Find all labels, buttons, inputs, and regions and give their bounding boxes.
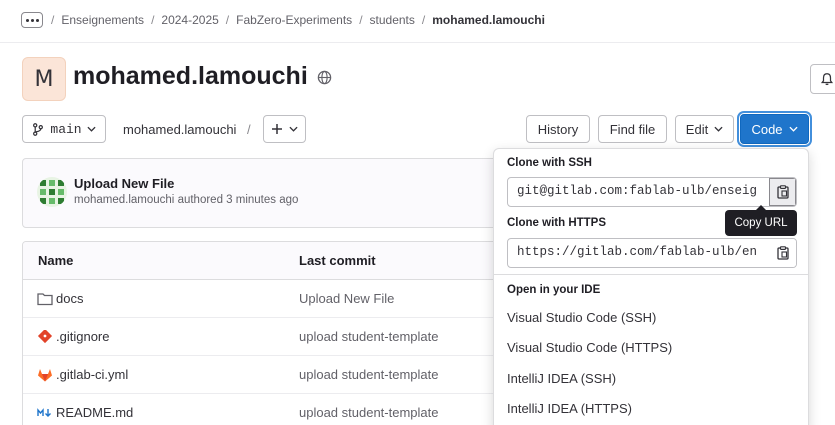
ide-item-vscode-ssh[interactable]: Visual Studio Code (SSH) [507, 310, 656, 325]
chevron-down-icon [289, 126, 298, 132]
copy-url-tooltip: Copy URL [725, 205, 797, 236]
file-commit-message[interactable]: Upload New File [299, 291, 394, 306]
breadcrumb-item-students[interactable]: students [370, 13, 415, 27]
breadcrumb-item-enseignements[interactable]: Enseignements [61, 13, 144, 27]
table-row[interactable]: .gitlab-ci.yml upload student-template [23, 356, 501, 394]
table-row[interactable]: README.md upload student-template [23, 394, 501, 425]
file-table: Name Last commit docs Upload New File .g… [22, 241, 502, 425]
gitlab-icon [38, 369, 52, 382]
chevron-down-icon [714, 126, 723, 132]
last-commit-panel: Upload New File mohamed.lamouchi authore… [22, 158, 502, 228]
breadcrumb-item-current[interactable]: mohamed.lamouchi [432, 13, 545, 27]
markdown-icon [37, 408, 51, 417]
chevron-down-icon [788, 126, 798, 132]
history-button[interactable]: History [526, 115, 590, 143]
copy-to-clipboard-icon [776, 185, 789, 199]
clone-https-group: https://gitlab.com/fablab-ulb/en [507, 238, 797, 268]
copy-ssh-url-button[interactable] [769, 178, 796, 206]
branch-selector[interactable]: main [22, 115, 106, 143]
commit-title[interactable]: Upload New File [74, 176, 174, 191]
copy-to-clipboard-icon [776, 246, 789, 260]
edit-button[interactable]: Edit [675, 115, 734, 143]
branch-icon [33, 122, 44, 136]
clone-ssh-url-field[interactable]: git@gitlab.com:fablab-ulb/enseig [508, 178, 770, 206]
breadcrumb-separator: / [151, 13, 155, 27]
file-commit-message[interactable]: upload student-template [299, 329, 438, 344]
open-in-ide-label: Open in your IDE [507, 284, 601, 296]
plus-icon [272, 124, 282, 134]
find-file-button[interactable]: Find file [598, 115, 667, 143]
file-name[interactable]: .gitignore [56, 329, 109, 344]
commit-meta: mohamed.lamouchi authored 3 minutes ago [74, 194, 298, 206]
project-title: mohamed.lamouchi [73, 62, 308, 90]
code-label: Code [751, 121, 783, 137]
globe-icon [317, 70, 332, 85]
breadcrumb-bar: / Enseignements / 2024-2025 / FabZero-Ex… [0, 0, 835, 43]
commit-time: authored 3 minutes ago [177, 194, 299, 206]
ide-item-vscode-https[interactable]: Visual Studio Code (HTTPS) [507, 340, 672, 355]
table-header: Name Last commit [23, 242, 501, 280]
column-header-name: Name [38, 253, 74, 268]
branch-name: main [50, 121, 82, 137]
breadcrumb-item-fabzero[interactable]: FabZero-Experiments [236, 13, 352, 27]
breadcrumb-separator: / [359, 13, 363, 27]
clone-ssh-label: Clone with SSH [507, 157, 592, 169]
breadcrumb-item-year[interactable]: 2024-2025 [161, 13, 218, 27]
chevron-down-icon [87, 126, 96, 132]
notifications-button[interactable] [810, 64, 835, 94]
clone-https-url-field[interactable]: https://gitlab.com/fablab-ulb/en [508, 239, 770, 267]
project-avatar: M [22, 57, 66, 101]
dropdown-divider [494, 274, 808, 275]
commit-author[interactable]: mohamed.lamouchi [74, 194, 174, 206]
code-dropdown: Clone with SSH git@gitlab.com:fablab-ulb… [493, 148, 809, 425]
file-name[interactable]: docs [56, 291, 83, 306]
copy-https-url-button[interactable] [769, 239, 796, 267]
breadcrumb-separator: / [225, 13, 230, 27]
column-header-last-commit: Last commit [299, 253, 376, 268]
file-name[interactable]: README.md [56, 405, 133, 420]
file-name[interactable]: .gitlab-ci.yml [56, 367, 128, 382]
table-row[interactable]: docs Upload New File [23, 280, 501, 318]
clone-https-label: Clone with HTTPS [507, 217, 607, 229]
folder-icon [37, 293, 53, 306]
clone-ssh-group: git@gitlab.com:fablab-ulb/enseig [507, 177, 797, 207]
author-avatar[interactable] [37, 177, 67, 207]
edit-label: Edit [685, 121, 709, 137]
ide-item-intellij-ssh[interactable]: IntelliJ IDEA (SSH) [507, 371, 616, 386]
repo-path[interactable]: mohamed.lamouchi [123, 122, 236, 137]
ellipsis-icon[interactable] [21, 12, 43, 28]
path-separator: / [247, 122, 251, 137]
table-row[interactable]: .gitignore upload student-template [23, 318, 501, 356]
breadcrumb-separator: / [421, 13, 426, 27]
code-button[interactable]: Code [740, 114, 809, 144]
git-icon [37, 330, 53, 344]
breadcrumb: / Enseignements / 2024-2025 / FabZero-Ex… [51, 13, 545, 27]
add-new-button[interactable] [263, 115, 306, 143]
ide-item-intellij-https[interactable]: IntelliJ IDEA (HTTPS) [507, 401, 632, 416]
file-commit-message[interactable]: upload student-template [299, 405, 438, 420]
breadcrumb-separator: / [51, 13, 55, 27]
bell-icon [820, 73, 834, 86]
file-commit-message[interactable]: upload student-template [299, 367, 438, 382]
